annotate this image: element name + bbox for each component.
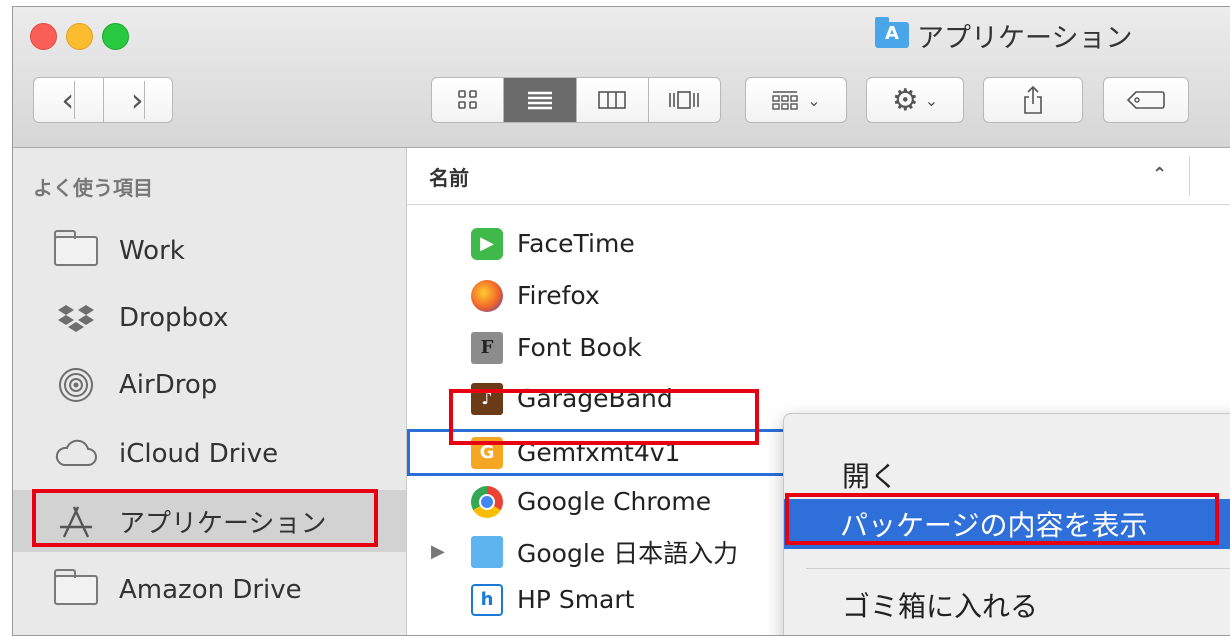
hpsmart-icon: h [471,583,503,616]
icon-view-button[interactable] [432,78,505,122]
list-icon [527,91,552,110]
grid-icon [457,90,477,109]
folder-icon [51,230,101,271]
zoom-window-button[interactable] [102,23,129,50]
chevron-down-icon: ⌄ [924,90,939,110]
list-view-button[interactable] [504,78,577,122]
applications-folder-icon [875,17,909,48]
columns-icon [598,91,626,109]
list-item-label: FaceTime [517,229,635,258]
column-divider[interactable] [1189,156,1190,196]
list-item-label: Font Book [517,333,642,362]
list-item[interactable]: Firefox [407,272,1230,319]
chrome-icon [471,485,503,518]
list-item-label: GarageBand [517,384,673,413]
list-item[interactable]: ▶ FaceTime [407,220,1230,267]
context-menu: 開く パッケージの内容を表示 ゴミ箱に入れる [783,413,1230,635]
cloud-icon [51,434,101,474]
gemfxmt-icon: G [471,436,503,469]
sidebar-item-applications[interactable]: アプリケーション [13,490,406,552]
list-item-label: Google 日本語入力 [517,538,739,568]
menu-item-show-package-contents[interactable]: パッケージの内容を表示 [784,499,1230,549]
action-button[interactable]: ⚙ ⌄ [866,77,964,123]
window-title-label: アプリケーション [917,22,1133,54]
chevron-right-icon: › [130,81,145,119]
share-button[interactable] [983,77,1083,123]
sidebar-item-dropbox[interactable]: Dropbox [13,287,406,349]
sidebar-item-label: アプリケーション [119,508,327,539]
back-button[interactable]: ‹ [34,78,104,122]
menu-item-open[interactable]: 開く [784,450,1230,500]
arrange-button[interactable]: ⌄ [745,77,847,123]
chevron-left-icon: ‹ [61,81,76,119]
sidebar-item-label: Dropbox [119,303,229,333]
gear-icon: ⚙ [891,82,919,118]
garageband-icon: ♪ [471,382,503,415]
facetime-icon: ▶ [471,227,503,260]
list-item-label: Gemfxmt4v1 [517,438,681,467]
share-icon [1024,85,1042,114]
folder-icon [51,569,101,610]
toolbar: アプリケーション ‹ › ⌄ ⚙ ⌄ [13,7,1230,148]
column-view-button[interactable] [577,78,649,122]
column-header: 名前 ⌃ [407,148,1230,205]
airdrop-icon [51,365,101,405]
arrange-icon [772,91,798,110]
menu-item-move-to-trash[interactable]: ゴミ箱に入れる [784,580,1230,630]
chevron-down-icon: ⌄ [807,90,821,110]
sidebar-item-label: Work [119,236,185,266]
sidebar-item-amazon-drive[interactable]: Amazon Drive [13,559,406,621]
cover-flow-button[interactable] [649,78,720,122]
name-column-header[interactable]: 名前 [429,162,469,191]
sidebar-item-icloud[interactable]: iCloud Drive [13,423,406,485]
minimize-window-button[interactable] [66,23,93,50]
dropbox-icon [51,298,101,338]
menu-separator [806,568,1230,569]
sidebar-item-label: Amazon Drive [119,575,302,605]
disclosure-triangle-icon[interactable]: ▶ [431,541,445,562]
firefox-icon [471,279,503,312]
tag-icon [1126,91,1165,109]
sort-ascending-icon[interactable]: ⌃ [1152,164,1167,185]
fontbook-icon: F [471,331,503,364]
sidebar-item-label: iCloud Drive [119,439,279,469]
back-forward-group: ‹ › [33,77,173,123]
window-title: アプリケーション [875,17,1133,54]
list-item-label: HP Smart [517,585,635,614]
forward-button[interactable]: › [104,78,173,122]
applications-icon [51,501,101,541]
list-item-label: Google Chrome [517,487,712,516]
cover-flow-icon [669,91,700,109]
sidebar-item-work[interactable]: Work [13,220,406,282]
list-item[interactable]: F Font Book [407,324,1230,371]
list-item-label: Firefox [517,281,600,310]
favorites-header: よく使う項目 [33,176,153,200]
sidebar-item-airdrop[interactable]: AirDrop [13,354,406,416]
finder-window: アプリケーション ‹ › ⌄ ⚙ ⌄ [12,6,1230,636]
view-mode-group [431,77,721,123]
sidebar: よく使う項目 Work Dropbox AirDrop iCloud Drive [13,148,407,635]
close-window-button[interactable] [30,23,57,50]
sidebar-item-label: AirDrop [119,370,218,400]
tag-button[interactable] [1103,77,1189,123]
folder-icon [471,535,503,568]
